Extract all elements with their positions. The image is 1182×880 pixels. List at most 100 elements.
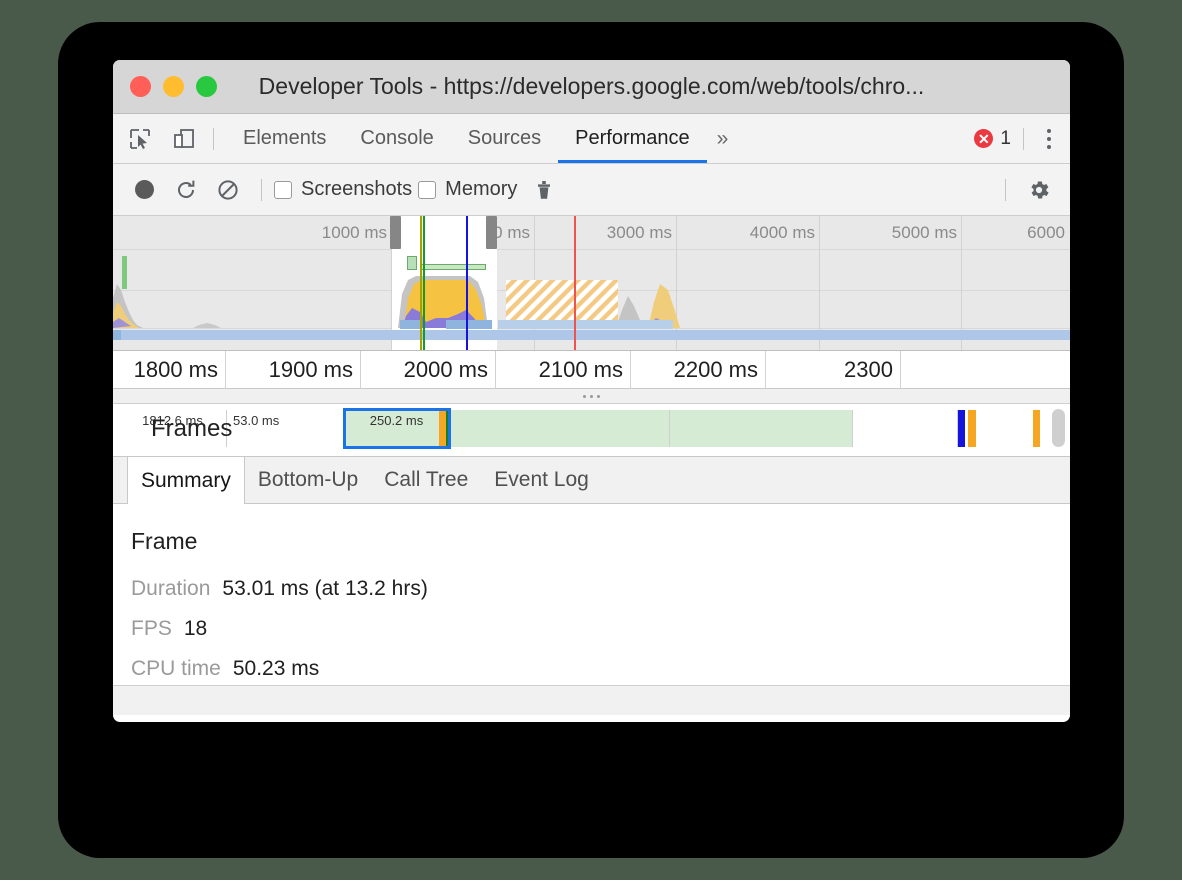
- timing-marker: [423, 216, 425, 350]
- summary-pane: Frame Duration 53.01 ms (at 13.2 hrs) FP…: [113, 504, 1070, 715]
- tabstrip-divider: [1023, 128, 1024, 150]
- screenshot-root: Developer Tools - https://developers.goo…: [0, 0, 1182, 880]
- memory-checkbox[interactable]: Memory: [418, 178, 517, 201]
- devtools-tabstrip: Elements Console Sources Performance » ✕…: [113, 114, 1070, 164]
- summary-value: 18: [184, 617, 207, 641]
- collect-garbage-button[interactable]: [523, 169, 565, 211]
- tab-console[interactable]: Console: [343, 114, 450, 163]
- toolbar-divider: [213, 128, 214, 150]
- cpu-waveform-right: [498, 268, 713, 328]
- frames-track-title: Frames: [151, 415, 232, 443]
- overview-tick-label: 4000 ms: [750, 223, 815, 243]
- screenshots-checkbox-box: [274, 181, 292, 199]
- summary-row-fps: FPS 18: [131, 617, 1070, 641]
- reload-and-record-button[interactable]: [165, 169, 207, 211]
- summary-value: 50.23 ms: [233, 657, 319, 681]
- ruler-tick-label: 2300: [844, 357, 893, 383]
- summary-row-duration: Duration 53.01 ms (at 13.2 hrs): [131, 577, 1070, 601]
- ruler-tick-label: 2100 ms: [539, 357, 623, 383]
- screenshots-checkbox[interactable]: Screenshots: [274, 178, 412, 201]
- device-toolbar-icon[interactable]: [167, 122, 201, 156]
- error-icon: ✕: [974, 129, 993, 148]
- tab-call-tree[interactable]: Call Tree: [371, 457, 481, 503]
- memory-checkbox-box: [418, 181, 436, 199]
- perf-toolbar-divider-2: [1005, 179, 1006, 201]
- timing-marker: [574, 216, 576, 350]
- frame-item[interactable]: [853, 410, 958, 447]
- ruler-tick-label: 2200 ms: [674, 357, 758, 383]
- frame-item[interactable]: [670, 410, 853, 447]
- summary-title: Frame: [131, 528, 1070, 555]
- inspect-element-icon[interactable]: [123, 122, 157, 156]
- frame-marker: [968, 410, 976, 447]
- more-tabs-icon[interactable]: »: [707, 127, 739, 151]
- tab-event-log[interactable]: Event Log: [481, 457, 602, 503]
- tab-sources-label: Sources: [468, 127, 541, 150]
- tab-performance[interactable]: Performance: [558, 114, 707, 163]
- timing-marker: [466, 216, 468, 350]
- clear-button[interactable]: [207, 169, 249, 211]
- tab-call-tree-label: Call Tree: [384, 468, 468, 492]
- ruler-tick: 1800 ms: [225, 351, 226, 389]
- memory-label: Memory: [445, 178, 517, 201]
- overview-tick-label: 1000 ms: [322, 223, 387, 243]
- ruler-tick: 2200 ms: [765, 351, 766, 389]
- frames-scrollbar-thumb[interactable]: [1052, 409, 1065, 447]
- cpu-waveform-left: [113, 268, 403, 328]
- timeline-overview[interactable]: 1000 ms 2000 ms 3000 ms 4000 ms 5000 ms …: [113, 216, 1070, 351]
- detail-tabs: Summary Bottom-Up Call Tree Event Log: [113, 457, 1070, 504]
- devtools-tab-list: Elements Console Sources Performance: [226, 114, 707, 163]
- tab-elements-label: Elements: [243, 127, 326, 150]
- frame-marker: [1033, 410, 1040, 447]
- pane-resize-grip[interactable]: [113, 389, 1070, 404]
- frame-marker: [958, 410, 965, 447]
- overview-tick-label: 6000: [1027, 223, 1065, 243]
- selected-frame-outline[interactable]: [343, 408, 451, 449]
- detail-timeline-ruler: 1800 ms 1900 ms 2000 ms 2100 ms 2200 ms …: [113, 351, 1070, 389]
- tab-summary-label: Summary: [141, 469, 231, 493]
- tab-performance-label: Performance: [575, 127, 690, 150]
- tab-event-log-label: Event Log: [494, 468, 589, 492]
- net-request: [498, 320, 673, 329]
- frame-item[interactable]: 53.0 ms: [227, 410, 345, 447]
- tab-bottom-up-label: Bottom-Up: [258, 468, 358, 492]
- timing-marker: [420, 216, 422, 350]
- tab-sources[interactable]: Sources: [451, 114, 558, 163]
- overview-tick-label: 3000 ms: [607, 223, 672, 243]
- status-bar: [113, 685, 1070, 715]
- window-title: Developer Tools - https://developers.goo…: [113, 73, 1070, 100]
- frames-track[interactable]: 1812.6 ms 53.0 ms 250.2 ms Frames: [113, 404, 1070, 457]
- more-options-icon[interactable]: [1036, 129, 1062, 149]
- ruler-tick: 1900 ms: [360, 351, 361, 389]
- overview-lane-divider-top: [113, 249, 1070, 250]
- frame-item[interactable]: [449, 410, 670, 447]
- summary-row-cpu-time: CPU time 50.23 ms: [131, 657, 1070, 681]
- overview-right-handle[interactable]: [486, 216, 497, 249]
- summary-key: CPU time: [131, 657, 221, 681]
- tab-console-label: Console: [360, 127, 433, 150]
- overview-tick-label: 5000 ms: [892, 223, 957, 243]
- ruler-tick-label: 1900 ms: [269, 357, 353, 383]
- ruler-tick: 2100 ms: [630, 351, 631, 389]
- net-request: [400, 320, 422, 329]
- tab-elements[interactable]: Elements: [226, 114, 343, 163]
- performance-toolbar: Screenshots Memory: [113, 164, 1070, 216]
- overview-left-handle[interactable]: [390, 216, 401, 249]
- window-titlebar: Developer Tools - https://developers.goo…: [113, 60, 1070, 114]
- record-button[interactable]: [123, 169, 165, 211]
- summary-key: FPS: [131, 617, 172, 641]
- ruler-tick: 2000 ms: [495, 351, 496, 389]
- capture-settings-button[interactable]: [1018, 169, 1060, 211]
- frame-duration-label: 53.0 ms: [227, 413, 344, 428]
- tab-summary[interactable]: Summary: [127, 457, 245, 504]
- record-icon: [135, 180, 154, 199]
- screenshots-label: Screenshots: [301, 178, 412, 201]
- net-band: [113, 330, 1070, 340]
- settings-group: [993, 169, 1060, 211]
- net-band-selected: [392, 330, 497, 340]
- ruler-tick-label: 2000 ms: [404, 357, 488, 383]
- error-badge[interactable]: ✕ 1: [974, 128, 1011, 150]
- overview-selection-window[interactable]: [392, 216, 497, 350]
- tab-bottom-up[interactable]: Bottom-Up: [245, 457, 371, 503]
- net-request: [446, 320, 492, 329]
